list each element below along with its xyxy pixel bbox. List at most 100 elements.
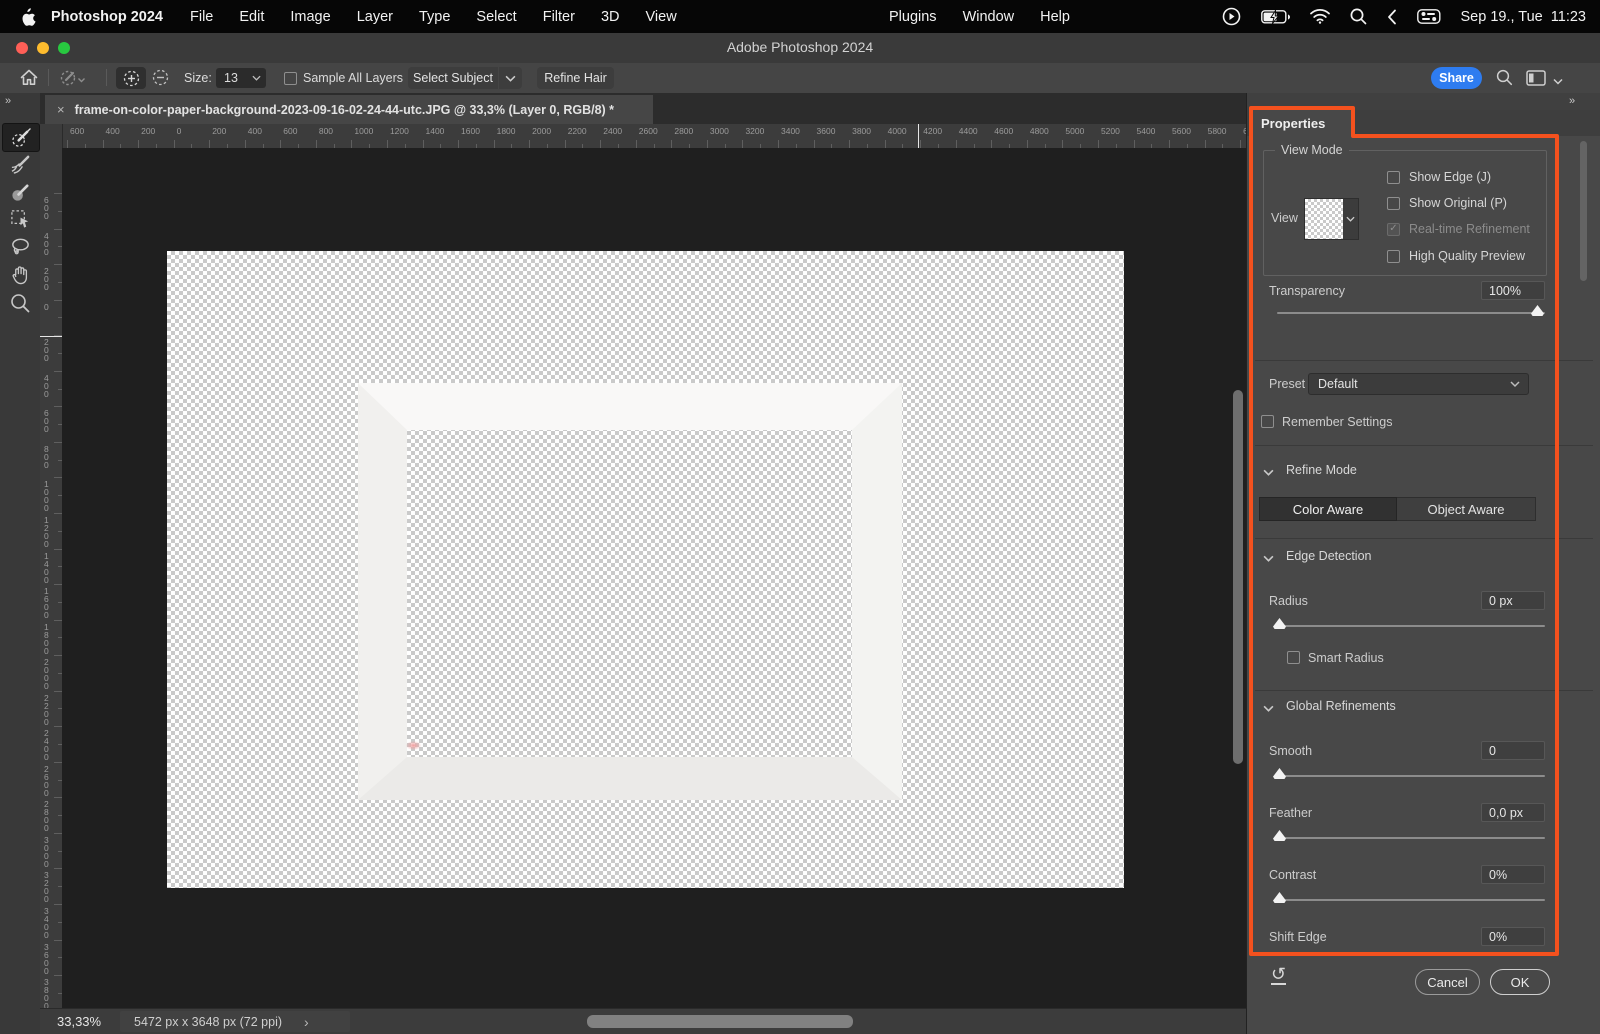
smooth-slider-handle[interactable] <box>1273 768 1286 779</box>
close-tab-icon[interactable]: × <box>45 102 75 117</box>
ruler-tick <box>351 140 353 148</box>
cancel-button[interactable]: Cancel <box>1415 969 1480 995</box>
ruler-tick <box>54 370 62 372</box>
lasso-tool[interactable] <box>2 233 38 260</box>
viewmode-checkbox-2[interactable] <box>1387 197 1400 210</box>
transparency-slider-track[interactable] <box>1277 312 1545 314</box>
ruler-tick <box>1097 140 1099 148</box>
canvas-horizontal-scrollbar[interactable] <box>587 1015 853 1028</box>
ruler-label: 2 0 0 <box>44 337 49 364</box>
canvas-vertical-scrollbar[interactable] <box>1233 390 1243 764</box>
battery-charging-icon[interactable] <box>1260 8 1290 24</box>
quick-selection-tool[interactable] <box>2 123 40 152</box>
tab-properties[interactable]: Properties <box>1251 110 1353 136</box>
contrast-value[interactable]: 0% <box>1481 865 1545 884</box>
menubar-app-name[interactable]: Photoshop 2024 <box>41 9 177 25</box>
spotlight-search-icon[interactable] <box>1350 8 1367 25</box>
reset-settings-icon[interactable]: ↺ <box>1271 965 1286 985</box>
ruler-tick <box>173 140 175 148</box>
properties-panel: » Properties View Mode View Transparency… <box>1246 93 1600 1034</box>
menu-help[interactable]: Help <box>1027 9 1083 25</box>
object-selection-tool[interactable] <box>2 206 38 233</box>
ok-button[interactable]: OK <box>1490 969 1550 995</box>
object-aware-button[interactable]: Object Aware <box>1397 497 1536 521</box>
feather-slider-handle[interactable] <box>1273 830 1286 841</box>
smart-radius-checkbox[interactable] <box>1287 651 1300 664</box>
menubar-clock[interactable]: Sep 19., Tue 11:23 <box>1461 9 1587 25</box>
menu-image[interactable]: Image <box>277 9 343 25</box>
status-options-chevron[interactable]: › <box>304 1014 309 1030</box>
menu-view[interactable]: View <box>633 9 690 25</box>
control-center-icon[interactable] <box>1416 9 1441 24</box>
view-mode-thumbnail[interactable] <box>1304 198 1345 240</box>
refine-edge-brush-tool[interactable] <box>2 151 38 178</box>
contrast-slider-track[interactable] <box>1277 899 1545 901</box>
brush-tool[interactable] <box>2 179 38 206</box>
smooth-value[interactable]: 0 <box>1481 741 1545 760</box>
menu-select[interactable]: Select <box>463 9 529 25</box>
ok-label: OK <box>1510 974 1530 990</box>
refine-mode-collapse-icon[interactable] <box>1263 465 1274 479</box>
subtract-from-selection-button[interactable] <box>152 69 169 89</box>
remember-settings-checkbox[interactable] <box>1261 415 1274 428</box>
brush-preset-picker-icon[interactable] <box>60 69 86 90</box>
smooth-slider-track[interactable] <box>1277 775 1545 777</box>
collapse-toolbar-icon[interactable]: » <box>5 95 11 107</box>
chevron-left-icon[interactable] <box>1387 9 1397 25</box>
feather-value[interactable]: 0,0 px <box>1481 803 1545 822</box>
ruler-label: 400 <box>105 126 120 136</box>
apple-menu-icon[interactable] <box>0 8 41 26</box>
edge-detection-collapse-icon[interactable] <box>1263 551 1274 565</box>
menu-edit[interactable]: Edit <box>226 9 277 25</box>
select-subject-button[interactable]: Select Subject <box>408 67 498 89</box>
brush-size-dropdown[interactable]: 13 <box>216 68 266 88</box>
panel-scrollbar[interactable] <box>1580 141 1587 281</box>
canvas-viewport[interactable] <box>62 148 1246 1008</box>
color-aware-button[interactable]: Color Aware <box>1259 497 1397 521</box>
chevron-down-icon[interactable] <box>1553 74 1563 88</box>
ruler-tick <box>493 140 495 148</box>
feather-slider-track[interactable] <box>1277 837 1545 839</box>
menu-window[interactable]: Window <box>950 9 1028 25</box>
radius-slider-track[interactable] <box>1277 625 1545 627</box>
menu-layer[interactable]: Layer <box>344 9 406 25</box>
menu-plugins[interactable]: Plugins <box>876 9 950 25</box>
ruler-label: 400 <box>247 126 262 136</box>
contrast-slider-handle[interactable] <box>1273 892 1286 903</box>
radius-value[interactable]: 0 px <box>1481 591 1545 610</box>
select-subject-dropdown[interactable] <box>499 67 522 89</box>
document-tabbar: × frame-on-color-paper-background-2023-0… <box>40 93 1246 124</box>
workspace-switcher-icon[interactable] <box>1526 70 1546 89</box>
wifi-icon[interactable] <box>1309 9 1330 24</box>
add-to-selection-button[interactable] <box>116 67 146 89</box>
zoom-tool[interactable] <box>2 289 38 316</box>
menu-filter[interactable]: Filter <box>530 9 588 25</box>
ruler-tick <box>1062 140 1064 148</box>
global-refinements-collapse-icon[interactable] <box>1263 701 1274 715</box>
screen-record-icon[interactable] <box>1222 7 1241 26</box>
viewmode-checkbox-1[interactable] <box>1387 171 1400 184</box>
hand-tool[interactable] <box>2 261 38 288</box>
refine-hair-button[interactable]: Refine Hair <box>537 67 614 89</box>
sample-all-layers-checkbox[interactable] <box>284 72 297 85</box>
collapse-panel-icon[interactable]: » <box>1569 95 1575 107</box>
transparency-slider-handle[interactable] <box>1531 305 1544 316</box>
zoom-level-field[interactable]: 33,33% <box>57 1014 101 1029</box>
view-mode-dropdown[interactable] <box>1343 198 1359 240</box>
menu-type[interactable]: Type <box>406 9 463 25</box>
search-icon[interactable] <box>1496 69 1513 89</box>
transparency-value[interactable]: 100% <box>1481 281 1545 300</box>
menu-file[interactable]: File <box>177 9 226 25</box>
menu-3d[interactable]: 3D <box>588 9 633 25</box>
radius-slider-handle[interactable] <box>1273 618 1286 629</box>
view-mode-label: View Mode <box>1275 143 1349 157</box>
preset-dropdown[interactable]: Default <box>1308 373 1529 395</box>
viewmode-checkbox-4[interactable] <box>1387 250 1400 263</box>
ruler-tick <box>102 140 104 148</box>
home-icon[interactable] <box>20 69 38 89</box>
document-tab[interactable]: × frame-on-color-paper-background-2023-0… <box>45 95 653 124</box>
shift-edge-value[interactable]: 0% <box>1481 927 1545 946</box>
ruler-label: 1 0 0 0 <box>44 479 49 514</box>
share-button[interactable]: Share <box>1431 67 1482 89</box>
ruler-tick <box>54 726 62 728</box>
